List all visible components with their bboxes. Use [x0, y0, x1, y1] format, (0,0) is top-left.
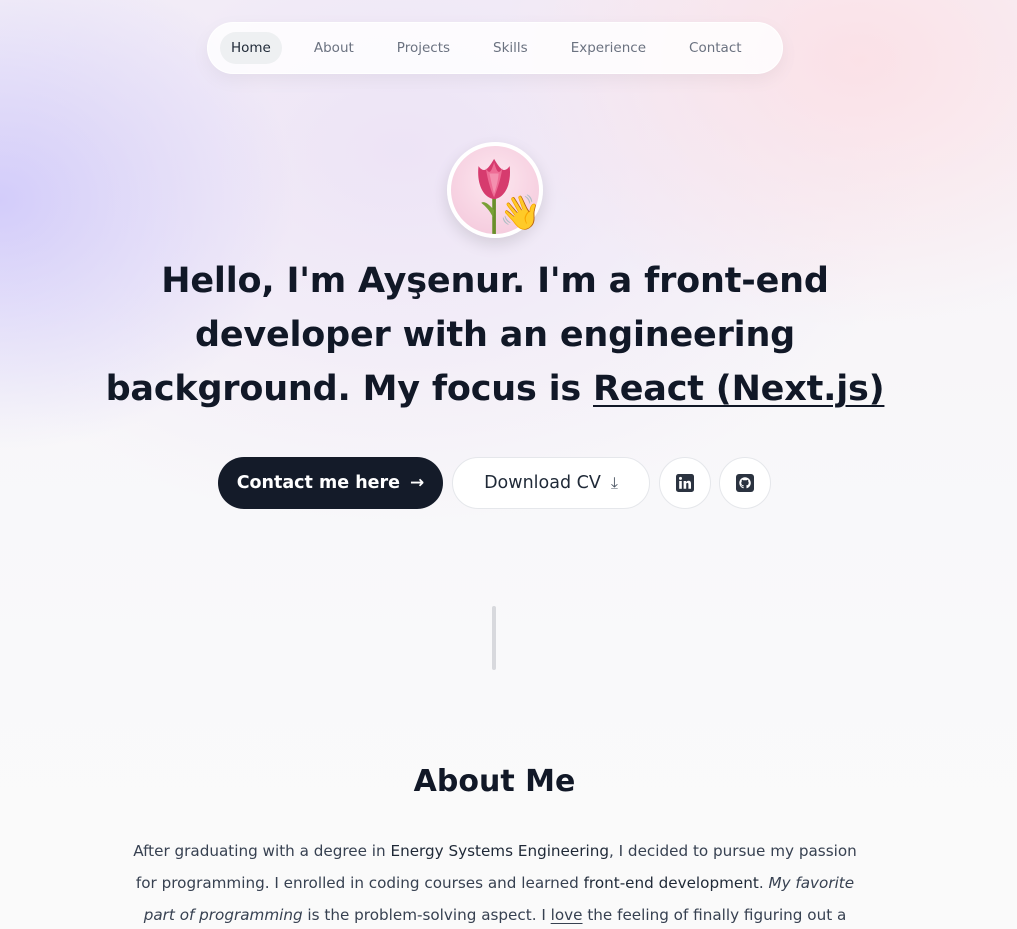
headline-text: with an	[390, 315, 560, 355]
about-title: About Me	[413, 764, 576, 799]
nav-home[interactable]: Home	[220, 32, 282, 64]
headline-text: . I'm a	[511, 261, 645, 301]
about-love: love	[550, 906, 583, 924]
github-button[interactable]	[719, 457, 771, 509]
contact-button[interactable]: Contact me here →	[218, 457, 443, 509]
section-divider	[492, 606, 496, 670]
about-degree: Energy Systems Engineering	[390, 842, 609, 860]
page: Home About Projects Skills Experience Co…	[0, 0, 1017, 929]
github-icon	[736, 474, 754, 492]
contact-button-label: Contact me here	[236, 473, 401, 493]
nav-skills[interactable]: Skills	[482, 32, 539, 64]
headline-focus-link[interactable]: React (Next.js)	[593, 369, 885, 409]
about-text: the feeling of finally figuring out a	[582, 906, 847, 924]
download-icon: ⤓	[610, 473, 618, 492]
arrow-right-icon: →	[410, 473, 425, 493]
nav-about[interactable]: About	[303, 32, 365, 64]
about-paragraph: After graduating with a degree in Energy…	[128, 835, 862, 929]
hero-headline: Hello, I'm Ayşenur. I'm a front-end deve…	[100, 254, 890, 416]
nav-projects[interactable]: Projects	[386, 32, 461, 64]
download-cv-button[interactable]: Download CV ⤓	[452, 457, 650, 509]
nav-experience[interactable]: Experience	[560, 32, 657, 64]
about-text: After graduating with a degree in	[133, 842, 391, 860]
headline-name: Hello, I'm Ayşenur	[161, 261, 512, 301]
linkedin-button[interactable]	[659, 457, 711, 509]
about-text: is the problem-solving aspect. I	[302, 906, 551, 924]
headline-text: . My focus is	[337, 369, 593, 409]
top-nav: Home About Projects Skills Experience Co…	[207, 22, 783, 74]
linkedin-icon	[676, 474, 694, 492]
nav-contact[interactable]: Contact	[678, 32, 753, 64]
about-frontend: front-end development	[583, 874, 759, 892]
download-cv-label: Download CV	[484, 473, 601, 493]
waving-hand-icon: 👋	[499, 193, 542, 233]
